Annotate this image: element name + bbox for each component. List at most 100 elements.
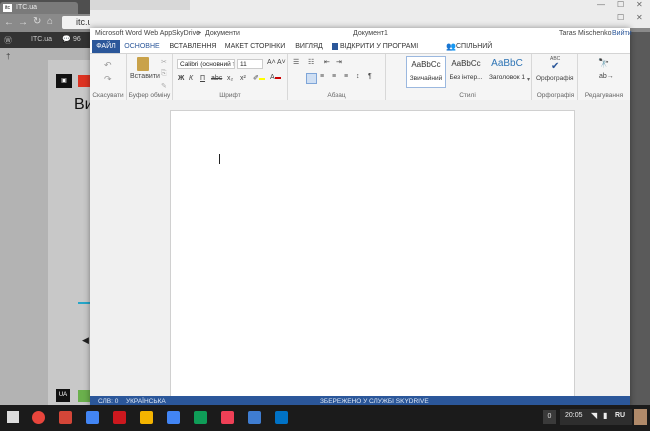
green-banner: [78, 390, 90, 402]
chrome-icon[interactable]: [32, 411, 45, 424]
forward-arrow-icon[interactable]: →: [18, 17, 28, 28]
grow-font-icon[interactable]: A˄: [267, 59, 276, 66]
wordpress-icon[interactable]: Ⓦ: [4, 35, 12, 46]
admin-comments-count[interactable]: 96: [73, 36, 81, 43]
cut-icon[interactable]: ✂: [161, 58, 167, 66]
open-in-word-button[interactable]: ВІДКРИТИ У ПРОГРАМІ WORD: [340, 40, 442, 63]
highlight-icon[interactable]: ✐: [253, 74, 265, 82]
ribbon: ↶ ↷ Скасувати Вставити ✂ ⎘ ✎ Буфер обмін…: [90, 54, 630, 101]
signout-link[interactable]: Вийти: [612, 28, 632, 40]
superscript-button[interactable]: x²: [240, 75, 246, 82]
align-center-icon[interactable]: ≡: [320, 73, 324, 80]
align-right-icon[interactable]: ≡: [332, 73, 336, 80]
docs-icon[interactable]: [167, 411, 180, 424]
subscript-button[interactable]: x₂: [227, 75, 233, 82]
numbering-icon[interactable]: ☷: [308, 58, 314, 66]
style-no-spacing[interactable]: AaBbCc Без інтер...: [447, 56, 485, 86]
clock: 20:05: [565, 412, 583, 419]
site-logo: ▣: [56, 74, 72, 88]
text-cursor: [219, 154, 220, 164]
reload-icon[interactable]: ↻: [33, 16, 41, 27]
app-header: Microsoft Word Web App SkyDrive > Докуме…: [90, 28, 632, 40]
spelling-group-label: Орфографія: [536, 92, 575, 99]
line-spacing-icon[interactable]: ↕: [356, 73, 360, 80]
spelling-group: ABC ✔ Орфографія Орфографія: [534, 54, 578, 100]
share-button[interactable]: СПІЛЬНИЙ ДОСТУП: [456, 40, 518, 63]
minimize-icon[interactable]: —: [597, 0, 605, 9]
style-normal[interactable]: AaBbCc Звичайний: [406, 56, 446, 88]
spelling-button[interactable]: Орфографія: [536, 75, 574, 82]
files-icon[interactable]: [248, 411, 261, 424]
format-painter-icon[interactable]: ✎: [161, 82, 167, 90]
background-tab-itc[interactable]: itc ITC.ua: [0, 2, 78, 14]
italic-button[interactable]: К: [189, 75, 193, 82]
paste-icon[interactable]: [137, 57, 149, 71]
undo-group-label: Скасувати: [92, 92, 124, 99]
word-browser-tab[interactable]: [90, 0, 190, 10]
close-window-icon[interactable]: ✕: [636, 13, 643, 22]
strikethrough-button[interactable]: abc: [211, 75, 222, 82]
breadcrumb-documents[interactable]: Документи: [205, 28, 240, 40]
redo-icon[interactable]: ↷: [104, 74, 112, 85]
breadcrumb-skydrive[interactable]: SkyDrive: [172, 28, 200, 40]
document-name[interactable]: Документ1: [353, 28, 388, 40]
comment-icon[interactable]: 💬: [62, 35, 71, 43]
bullets-icon[interactable]: ☰: [293, 58, 299, 66]
tab-home[interactable]: ОСНОВНЕ: [123, 40, 161, 53]
home-icon[interactable]: ⌂: [47, 16, 53, 27]
bold-button[interactable]: Ж: [178, 75, 184, 82]
paste-button[interactable]: Вставити: [130, 73, 160, 80]
notification-badge[interactable]: 0: [543, 410, 556, 424]
editing-group: 🔭 ab→ Редагування: [578, 54, 630, 100]
skydrive-icon[interactable]: [275, 411, 288, 424]
style-heading-1[interactable]: AaBbC Заголовок 1: [488, 56, 526, 86]
breadcrumb-separator: >: [197, 30, 202, 37]
tab-file[interactable]: ФАЙЛ: [92, 40, 120, 53]
sidebar-bullet: †: [6, 52, 11, 61]
status-tray[interactable]: 20:05 ◥ ▮ RU: [560, 409, 632, 425]
editing-group-label: Редагування: [584, 92, 624, 99]
underline-button[interactable]: П: [200, 75, 205, 82]
outdent-icon[interactable]: ⇤: [324, 58, 330, 66]
document-page[interactable]: [170, 110, 575, 400]
pocket-icon[interactable]: [221, 411, 234, 424]
styles-group: AaBbCc Звичайний AaBbCc Без інтер... AaB…: [404, 54, 532, 100]
tab-view[interactable]: ВИГЛЯД: [292, 40, 326, 53]
style-sample: AaBbCc: [451, 59, 481, 68]
search-app-icon[interactable]: [86, 411, 99, 424]
tab-page-layout[interactable]: МАКЕТ СТОРІНКИ: [224, 40, 286, 53]
style-sample: AaBbC: [491, 58, 523, 69]
indent-icon[interactable]: ⇥: [336, 58, 342, 66]
youtube-icon[interactable]: [113, 411, 126, 424]
replace-icon[interactable]: ab→: [599, 73, 614, 80]
spelling-check-icon[interactable]: ✔: [551, 61, 559, 72]
styles-more-icon[interactable]: ▾: [527, 76, 530, 83]
align-left-button[interactable]: [306, 73, 317, 84]
ltr-icon[interactable]: ¶: [368, 73, 372, 80]
close-icon[interactable]: ✕: [636, 0, 643, 9]
restore-icon[interactable]: ☐: [617, 13, 624, 22]
share-people-icon: 👥: [446, 42, 456, 51]
tab-insert[interactable]: ВСТАВЛЕННЯ: [168, 40, 218, 53]
justify-icon[interactable]: ≡: [344, 73, 348, 80]
find-binoculars-icon[interactable]: 🔭: [598, 58, 609, 69]
footer-ua-badge: UA: [56, 389, 70, 402]
avatar[interactable]: [634, 409, 647, 425]
drive-icon[interactable]: [194, 411, 207, 424]
font-color-icon[interactable]: A: [270, 74, 281, 81]
slider-arrow-icon[interactable]: ◀: [82, 335, 89, 346]
shrink-font-icon[interactable]: A˅: [277, 59, 286, 66]
app-launcher-icon[interactable]: [7, 411, 19, 423]
user-name[interactable]: Taras Mischenko: [559, 28, 612, 40]
maximize-icon[interactable]: ☐: [617, 0, 624, 9]
admin-site-name[interactable]: ITC.ua: [31, 36, 52, 43]
keep-icon[interactable]: [140, 411, 153, 424]
gmail-icon[interactable]: [59, 411, 72, 424]
font-size-select[interactable]: 11: [237, 59, 263, 69]
back-arrow-icon[interactable]: ←: [4, 17, 14, 28]
word-icon: [332, 43, 338, 50]
copy-icon[interactable]: ⎘: [161, 70, 167, 78]
input-language: RU: [615, 412, 626, 419]
font-name-select[interactable]: Calibri (основний т: [177, 59, 235, 69]
undo-icon[interactable]: ↶: [104, 60, 112, 71]
